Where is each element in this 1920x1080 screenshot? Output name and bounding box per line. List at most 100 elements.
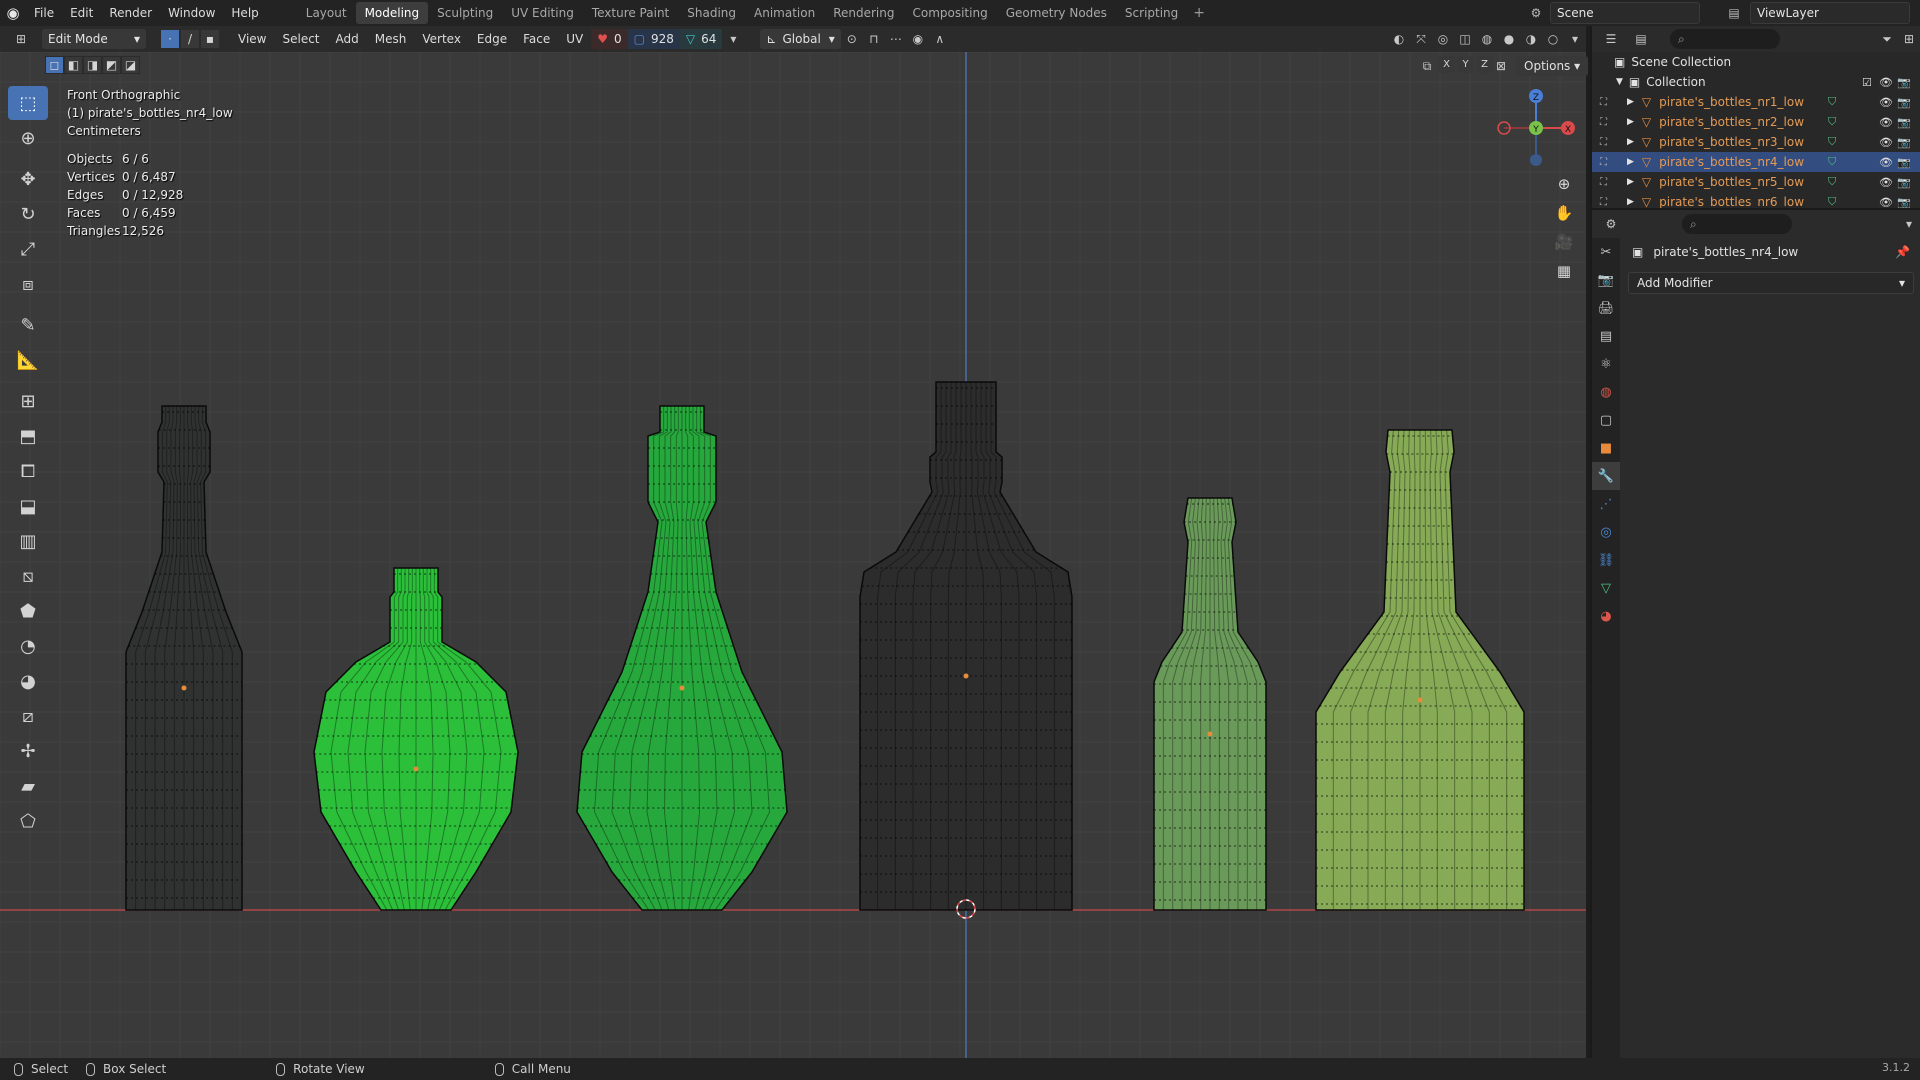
camera-icon[interactable]: 📷 [1897,136,1911,149]
zoom-icon[interactable]: ⊕ [1550,170,1578,198]
edge-slide-tool-icon[interactable]: ⧄ [8,699,48,733]
axis-x-toggle[interactable]: X [1438,56,1455,73]
expand-arrow-icon[interactable]: ▶ [1627,137,1634,147]
eye-icon[interactable]: 👁 [1879,136,1893,149]
select-subtract-icon[interactable]: ◨ [83,56,102,74]
properties-search[interactable]: ⌕ [1682,214,1792,234]
scene-collection-row[interactable]: ▣ Scene Collection [1592,52,1920,72]
tab-shading[interactable]: Shading [678,2,745,24]
tool-tab-icon[interactable]: ✂ [1592,238,1620,266]
camera-view-icon[interactable]: 🎥 [1550,228,1578,256]
pivot-icon[interactable]: ⊙ [841,29,863,49]
tab-sculpting[interactable]: Sculpting [428,2,502,24]
material-shading-icon[interactable]: ◑ [1520,29,1542,49]
filter-icon[interactable]: ⏷ [1876,29,1898,49]
navigation-gizmo[interactable]: Z X Y [1492,86,1580,170]
camera-icon[interactable]: 📷 [1897,196,1911,209]
annotate-tool-icon[interactable]: ✎ [8,308,48,342]
knife-tool-icon[interactable]: ⧅ [8,559,48,593]
select-invert-icon[interactable]: ◩ [102,56,121,74]
camera-icon[interactable]: 📷 [1897,76,1911,89]
menu-file[interactable]: File [26,0,62,26]
poly-build-tool-icon[interactable]: ⬟ [8,594,48,628]
inset-tool-icon[interactable]: ⧠ [8,454,48,488]
snap-icon[interactable]: ⊓ [863,29,885,49]
ortho-grid-icon[interactable]: ▦ [1550,257,1578,285]
menu-add[interactable]: Add [328,32,367,46]
tab-modeling[interactable]: Modeling [355,2,429,24]
eye-icon[interactable]: 👁 [1879,96,1893,109]
output-tab-icon[interactable]: 🖨 [1592,294,1620,322]
cursor-tool-icon[interactable]: ⊕ [8,121,48,155]
menu-select[interactable]: Select [274,32,327,46]
select-new-icon[interactable]: ◻ [45,56,64,74]
select-icon[interactable]: ⛶ [1600,157,1607,168]
rendered-shading-icon[interactable]: ○ [1542,29,1564,49]
transform-orientation-dropdown[interactable]: ⊾ Global ▾ [760,29,841,49]
tab-geometry-nodes[interactable]: Geometry Nodes [997,2,1116,24]
camera-icon[interactable]: 📷 [1897,156,1911,169]
collection-tab-icon[interactable]: ▢ [1592,406,1620,434]
bevel-tool-icon[interactable]: ⬓ [8,489,48,523]
mode-dropdown[interactable]: Edit Mode ▾ [42,29,146,49]
select-icon[interactable]: ⛶ [1600,177,1607,188]
pan-hand-icon[interactable]: ✋ [1550,199,1578,227]
particles-tab-icon[interactable]: ⋰ [1592,490,1620,518]
scene-icon[interactable]: ⚙ [1526,4,1546,22]
menu-uv[interactable]: UV [558,32,591,46]
options-dropdown[interactable]: Options ▾ [1516,56,1589,76]
menu-edge[interactable]: Edge [469,32,515,46]
vertex-select-icon[interactable]: · [160,29,180,49]
outliner-object-row[interactable]: ⛶ ▶ ▽ pirate's_bottles_nr4_low ⛉ 👁 📷 [1592,152,1920,172]
smooth-tool-icon[interactable]: ◕ [8,664,48,698]
expand-arrow-icon[interactable]: ▶ [1627,97,1634,107]
solid-shading-icon[interactable]: ● [1498,29,1520,49]
visibility-icon[interactable]: ◐ [1388,29,1410,49]
snap-target-icon[interactable]: ⋯ [885,29,907,49]
select-extend-icon[interactable]: ◧ [64,56,83,74]
eye-icon[interactable]: 👁 [1879,116,1893,129]
editor-type-icon[interactable]: ☰ [1600,29,1622,49]
chevron-down-icon[interactable]: ▾ [1564,29,1586,49]
rip-region-tool-icon[interactable]: ⬠ [8,804,48,838]
mesh-data-icon[interactable]: ⛉ [1828,115,1836,129]
menu-edit[interactable]: Edit [62,0,101,26]
tab-texture-paint[interactable]: Texture Paint [583,2,678,24]
eye-icon[interactable]: 👁 [1879,156,1893,169]
add-workspace-icon[interactable]: + [1187,5,1211,21]
select-icon[interactable]: ⛶ [1600,137,1607,148]
menu-render[interactable]: Render [101,0,160,26]
tab-rendering[interactable]: Rendering [824,2,903,24]
tab-compositing[interactable]: Compositing [903,2,996,24]
material-tab-icon[interactable]: ◕ [1592,602,1620,630]
menu-view[interactable]: View [230,32,274,46]
loop-cut-tool-icon[interactable]: ▥ [8,524,48,558]
faces-chip[interactable]: ▽ 64 [679,29,723,49]
mesh-data-icon[interactable]: ⛉ [1828,175,1836,189]
add-modifier-button[interactable]: Add Modifier ▾ [1628,272,1914,294]
object-tab-icon[interactable]: ■ [1592,434,1620,462]
render-tab-icon[interactable]: 📷 [1592,266,1620,294]
verts-selected-chip[interactable]: ♥ 0 [591,29,628,49]
mesh-data-icon[interactable]: ⛉ [1828,155,1836,169]
pin-icon[interactable]: 📌 [1895,245,1910,259]
outliner-object-row[interactable]: ⛶ ▶ ▽ pirate's_bottles_nr1_low ⛉ 👁 📷 [1592,92,1920,112]
edges-chip[interactable]: ▢ 928 [627,29,680,49]
camera-icon[interactable]: 📷 [1897,116,1911,129]
camera-icon[interactable]: 📷 [1897,96,1911,109]
select-intersect-icon[interactable]: ◪ [121,56,140,74]
select-icon[interactable]: ⛶ [1600,97,1607,108]
gizmo-toggle-icon[interactable]: ⤧ [1410,29,1432,49]
outliner-object-row[interactable]: ⛶ ▶ ▽ pirate's_bottles_nr5_low ⛉ 👁 📷 [1592,172,1920,192]
scale-tool-icon[interactable]: ⤢ [8,232,48,266]
data-tab-icon[interactable]: ▽ [1592,574,1620,602]
select-icon[interactable]: ⛶ [1600,117,1607,128]
eye-icon[interactable]: 👁 [1879,76,1893,89]
measure-tool-icon[interactable]: 📐 [8,343,48,377]
expand-arrow-icon[interactable]: ▶ [1627,197,1634,207]
eye-icon[interactable]: 👁 [1879,196,1893,209]
menu-face[interactable]: Face [515,32,558,46]
shrink-fatten-tool-icon[interactable]: ✢ [8,734,48,768]
new-collection-icon[interactable]: ⊞ [1898,29,1920,49]
chevron-down-icon[interactable]: ▾ [722,29,744,49]
